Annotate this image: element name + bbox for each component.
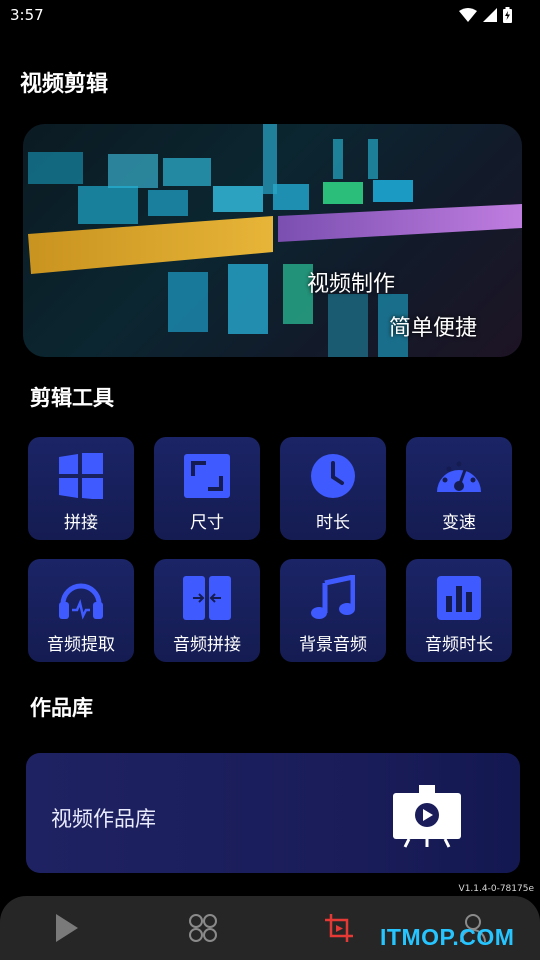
nav-crop[interactable] (319, 910, 359, 946)
nav-play[interactable] (47, 910, 87, 946)
tool-label: 背景音频 (299, 635, 367, 655)
resize-icon (182, 451, 232, 501)
signal-icon (483, 8, 497, 22)
tool-label: 尺寸 (190, 513, 224, 533)
tool-label: 音频时长 (425, 635, 493, 655)
clock-icon (308, 451, 358, 501)
video-gallery-button[interactable]: 视频作品库 (26, 753, 520, 873)
nav-apps[interactable] (183, 910, 223, 946)
status-bar: 3:57 (0, 0, 540, 32)
tool-label: 时长 (316, 513, 350, 533)
merge-icon (182, 573, 232, 623)
bar-chart-icon (434, 573, 484, 623)
grid-icon (56, 451, 106, 501)
tool-audio-extract-button[interactable]: 音频提取 (28, 559, 134, 662)
tools-section-title: 剪辑工具 (30, 386, 114, 410)
status-time: 3:57 (10, 6, 44, 24)
music-note-icon (308, 573, 358, 623)
gallery-section-title: 作品库 (30, 696, 93, 720)
wifi-icon (459, 8, 477, 22)
battery-charging-icon (503, 7, 512, 23)
status-icons (459, 7, 512, 23)
tool-label: 拼接 (64, 513, 98, 533)
crop-icon (325, 914, 353, 942)
tool-label: 音频提取 (47, 635, 115, 655)
banner-text-line2: 简单便捷 (389, 316, 478, 341)
tool-label: 变速 (442, 513, 476, 533)
tool-size-button[interactable]: 尺寸 (154, 437, 260, 540)
watermark-text: ITMOP.COM (380, 924, 515, 950)
tool-splice-button[interactable]: 拼接 (28, 437, 134, 540)
video-gallery-icon (393, 785, 461, 848)
tool-audio-splice-button[interactable]: 音频拼接 (154, 559, 260, 662)
play-icon (56, 914, 78, 942)
gallery-card-label: 视频作品库 (51, 807, 156, 831)
tool-label: 音频拼接 (173, 635, 241, 655)
tool-duration-button[interactable]: 时长 (280, 437, 386, 540)
version-label: V1.1.4-0-78175e (458, 884, 534, 894)
apps-icon (189, 914, 217, 942)
headphones-icon (56, 573, 106, 623)
tool-audio-duration-button[interactable]: 音频时长 (406, 559, 512, 662)
speedometer-icon (434, 451, 484, 501)
tool-background-audio-button[interactable]: 背景音频 (280, 559, 386, 662)
banner-text-line1: 视频制作 (307, 272, 396, 297)
tool-speed-button[interactable]: 变速 (406, 437, 512, 540)
page-title: 视频剪辑 (20, 72, 109, 97)
hero-banner[interactable]: 视频制作 简单便捷 (23, 124, 522, 357)
